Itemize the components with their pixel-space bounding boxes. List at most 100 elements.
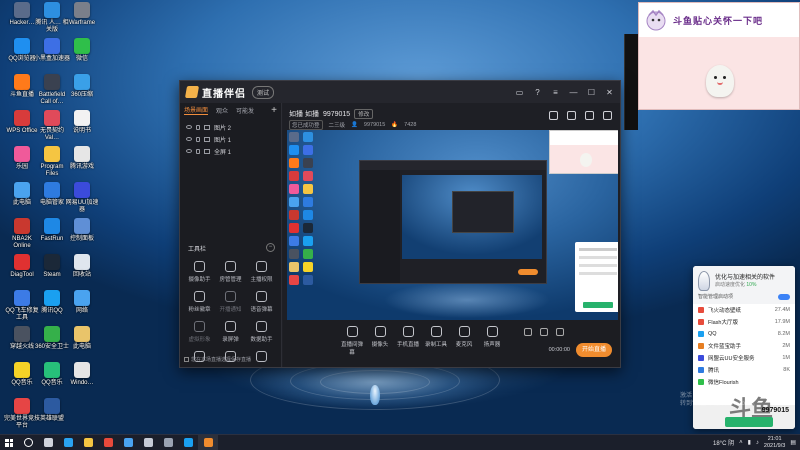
desktop-icon[interactable]: 网易UU加速器 (64, 182, 100, 214)
startup-item-name: QQ (708, 331, 717, 337)
tool-button[interactable]: 主播权限 (246, 261, 277, 283)
trash-icon (74, 254, 90, 270)
control-button[interactable]: 扬声器 (479, 326, 505, 348)
camera-small-icon[interactable] (524, 328, 532, 336)
tool-icon (225, 261, 236, 272)
lock-icon[interactable] (196, 136, 200, 142)
help-icon[interactable]: ? (533, 88, 542, 97)
toggle-switch[interactable] (778, 293, 790, 300)
desktop-icon[interactable]: 微信 (64, 38, 100, 63)
desktop-icon[interactable]: 腾讯游戏 (64, 146, 100, 171)
tool-button[interactable]: 语音弹幕 (246, 291, 277, 313)
message-icon[interactable]: ▭ (515, 88, 524, 97)
taskbar-item[interactable] (78, 435, 98, 450)
volume-icon[interactable]: ♪ (756, 440, 759, 446)
clock[interactable]: 21:01 2021/9/3 (764, 436, 785, 450)
taskbar-item[interactable] (38, 435, 58, 450)
tool-button[interactable]: 虚拟形象 (184, 321, 215, 343)
app-icon (74, 362, 90, 378)
tool-button[interactable]: 粉丝徽章 (184, 291, 215, 313)
lock-icon[interactable] (196, 148, 200, 154)
start-stream-button[interactable]: 开始直播 (576, 343, 612, 357)
startup-item[interactable]: Flash大厅版 17.9M (693, 316, 795, 328)
tool-button[interactable]: 数据助手 (246, 321, 277, 343)
maximize-icon[interactable]: ☐ (587, 88, 596, 97)
tool-icon (194, 261, 205, 272)
store-icon (123, 438, 133, 447)
lock-icon[interactable] (567, 111, 576, 120)
version-badge[interactable]: 测试 (252, 85, 275, 99)
camera-overlay-window[interactable]: 斗鱼贴心关怀一下吧 (638, 2, 800, 110)
eye-icon[interactable] (186, 125, 192, 129)
gift-icon[interactable] (549, 111, 558, 120)
lock-icon[interactable] (196, 124, 200, 130)
scene-item[interactable]: 图片 1 (180, 133, 281, 145)
chevron-up-icon[interactable]: ˄ (739, 440, 743, 446)
tab-other[interactable]: 可能发 (236, 106, 254, 115)
taskbar-item[interactable] (198, 434, 218, 450)
stream-preview[interactable] (287, 130, 618, 328)
scene-item[interactable]: 图片 2 (180, 121, 281, 133)
weather-text[interactable]: 18°C 阴 (713, 438, 734, 447)
bell-icon[interactable] (585, 111, 594, 120)
add-scene-icon[interactable]: + (271, 105, 277, 116)
startup-item[interactable]: 文件蓝宝助手 2M (693, 340, 795, 352)
startup-item[interactable]: 网盟云UU安全服务 1M (693, 352, 795, 364)
collapse-icon[interactable]: − (266, 243, 275, 252)
desktop-icon-label: 腾讯游戏 (69, 164, 94, 170)
desktop-icon[interactable]: 此电脑 (64, 326, 100, 351)
startup-item[interactable]: 微信Flourish (693, 376, 795, 388)
tool-button[interactable]: 摄像助手 (184, 261, 215, 283)
taskbar-item[interactable] (138, 435, 158, 450)
taskbar-item[interactable] (158, 435, 178, 450)
desktop-icon[interactable]: Warframe (64, 2, 100, 27)
startup-item[interactable]: 飞火动态壁纸 27.4M (693, 304, 795, 316)
control-button[interactable]: 手机直播 (395, 326, 421, 348)
desktop-icon[interactable]: 控制面板 (64, 218, 100, 243)
app-icon (143, 438, 153, 447)
tab-audience[interactable]: 观众 (216, 106, 228, 115)
desktop-icon[interactable]: Windo… (64, 362, 100, 387)
startup-item[interactable]: 腾讯 8K (693, 364, 795, 376)
minimize-icon[interactable]: — (569, 88, 578, 97)
taskbar-item[interactable] (178, 435, 198, 450)
panel-action-button[interactable] (725, 417, 773, 427)
game-icon (44, 398, 60, 414)
gear-icon[interactable] (556, 328, 564, 336)
taskbar-item[interactable] (58, 435, 78, 450)
tool-button[interactable]: 录屏弹 (215, 321, 246, 343)
menu-icon[interactable]: ≡ (551, 88, 560, 97)
share-icon[interactable] (603, 111, 612, 120)
room-category[interactable]: 二三级 (329, 121, 346, 129)
eye-icon[interactable] (186, 149, 192, 153)
tool-button[interactable]: 房管管理 (215, 261, 246, 283)
notification-icon[interactable]: ▤ (790, 439, 796, 446)
save-notice[interactable]: 您在本场直播选择保存直播 (184, 356, 278, 363)
checkbox-icon[interactable] (184, 357, 189, 362)
tab-scenes[interactable]: 场景画面 (184, 105, 209, 115)
desktop-icon[interactable]: 英雄联盟 (34, 398, 70, 423)
edit-room-button[interactable]: 修改 (354, 109, 374, 119)
app-titlebar[interactable]: 直播伴侣 测试 ▭ ? ≡ — ☐ ✕ (180, 81, 620, 103)
close-icon[interactable]: ✕ (605, 88, 614, 97)
taskbar-item[interactable] (118, 435, 138, 450)
settings-small-icon[interactable] (540, 328, 548, 336)
taskbar-items (18, 434, 218, 450)
desktop-icon[interactable]: 360压缩 (64, 74, 100, 99)
control-button[interactable]: 麦克风 (451, 326, 477, 348)
eye-icon[interactable] (186, 137, 192, 141)
startup-item[interactable]: QQ 8.2M (693, 328, 795, 340)
taskbar-item[interactable] (98, 435, 118, 450)
start-button[interactable] (0, 435, 18, 450)
network-icon[interactable]: ▮ (748, 439, 751, 446)
control-button[interactable]: 直播间弹幕 (339, 326, 365, 356)
desktop-icon[interactable]: 回收站 (64, 254, 100, 279)
tool-button[interactable]: 开播通知 (215, 291, 246, 313)
taskbar-item[interactable] (18, 435, 38, 450)
desktop-icon[interactable]: 说明书 (64, 110, 100, 135)
control-button[interactable]: 录制工具 (423, 326, 449, 348)
control-button[interactable]: 摄像头 (367, 326, 393, 348)
desktop-icon[interactable]: 网络 (64, 290, 100, 315)
scene-item[interactable]: 全屏 1 (180, 145, 281, 157)
desktop-icon-label: DiagTool (10, 272, 34, 278)
